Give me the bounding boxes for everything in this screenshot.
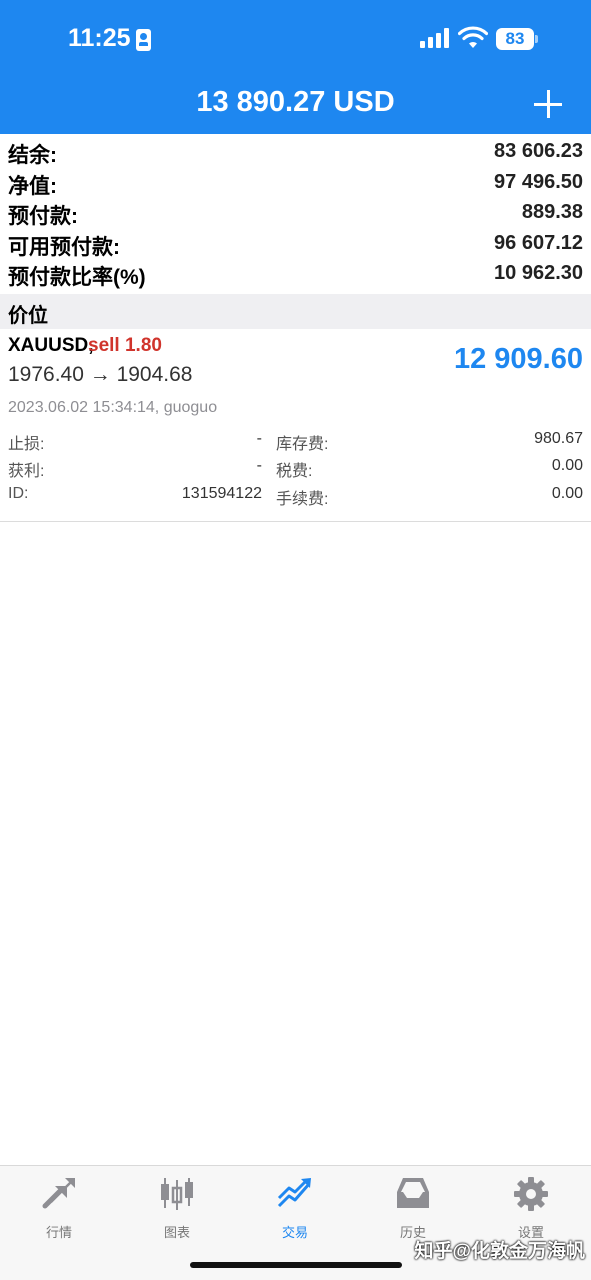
contact-card-icon	[136, 29, 151, 51]
balance-row: 结余: 83 606.23	[0, 137, 591, 168]
tab-charts[interactable]: 图表	[118, 1174, 236, 1244]
cellular-signal-icon	[420, 28, 450, 48]
margin-label: 预付款:	[8, 205, 78, 228]
commission-value: 0.00	[551, 485, 583, 502]
tab-settings[interactable]: 设置	[472, 1174, 590, 1244]
trade-trend-icon	[277, 1178, 311, 1208]
id-value: 131594122	[181, 485, 262, 502]
account-summary: 结余: 83 606.23 净值: 97 496.50 预付款: 889.38 …	[0, 137, 591, 290]
tab-charts-label: 图表	[163, 1225, 190, 1240]
position-symbol: XAUUSD,	[8, 335, 94, 356]
margin-value: 889.38	[521, 201, 583, 223]
position-prices: 1976.40 → 1904.68	[8, 363, 193, 386]
position-open-time: 2023.06.02 15:34:14, guoguo	[8, 399, 218, 416]
account-profit-title: 13 890.27 USD	[196, 86, 395, 118]
quotes-arrows-icon	[42, 1178, 75, 1209]
id-label: ID:	[8, 485, 29, 502]
tab-trade[interactable]: 交易	[236, 1174, 354, 1244]
battery-tip	[535, 35, 538, 43]
balance-value: 83 606.23	[494, 140, 583, 162]
stop-loss-value: -	[256, 430, 262, 447]
history-inbox-icon	[397, 1178, 429, 1208]
free-margin-label: 可用预付款:	[8, 235, 120, 259]
position-item[interactable]: XAUUSD, sell 1.80 1976.40 → 1904.68 12 9…	[0, 329, 591, 522]
positions-section-title: 价位	[8, 305, 48, 327]
wifi-icon	[458, 26, 488, 48]
margin-row: 预付款: 889.38	[0, 198, 591, 229]
watermark-text: 知乎@化敦金万海帆	[414, 1241, 585, 1262]
balance-label: 结余:	[8, 144, 57, 167]
equity-row: 净值: 97 496.50	[0, 168, 591, 199]
equity-value: 97 496.50	[494, 170, 583, 193]
gear-icon	[514, 1177, 548, 1211]
tab-quotes[interactable]: 行情	[0, 1174, 118, 1244]
stop-loss-label: 止损:	[8, 436, 45, 453]
commission-label: 手续费:	[276, 491, 329, 508]
free-margin-row: 可用预付款: 96 607.12	[0, 229, 591, 260]
taxes-value: 0.00	[551, 457, 583, 474]
swap-value: 980.67	[534, 430, 583, 447]
home-indicator[interactable]	[190, 1262, 402, 1268]
app-header: 11:25 83 13 890.27 USD	[0, 0, 591, 134]
add-order-icon[interactable]	[534, 90, 562, 118]
position-side: sell 1.80	[88, 335, 162, 356]
status-time: 11:25	[68, 24, 131, 52]
take-profit-label: 获利:	[8, 463, 45, 480]
position-profit: 12 909.60	[453, 343, 583, 375]
equity-label: 净值:	[8, 174, 57, 198]
margin-level-value: 10 962.30	[494, 262, 583, 284]
tab-trade-label: 交易	[281, 1225, 308, 1240]
tab-quotes-label: 行情	[45, 1225, 72, 1240]
taxes-label: 税费:	[276, 463, 313, 480]
take-profit-value: -	[256, 457, 262, 474]
free-margin-value: 96 607.12	[494, 231, 583, 254]
positions-section-header: 价位	[0, 294, 591, 329]
battery-level: 83	[496, 28, 534, 50]
candlestick-chart-icon	[161, 1178, 193, 1210]
swap-label: 库存费:	[276, 436, 329, 453]
margin-level-label: 预付款比率(%)	[8, 266, 146, 289]
margin-level-row: 预付款比率(%) 10 962.30	[0, 259, 591, 290]
tab-history[interactable]: 历史	[354, 1174, 472, 1244]
